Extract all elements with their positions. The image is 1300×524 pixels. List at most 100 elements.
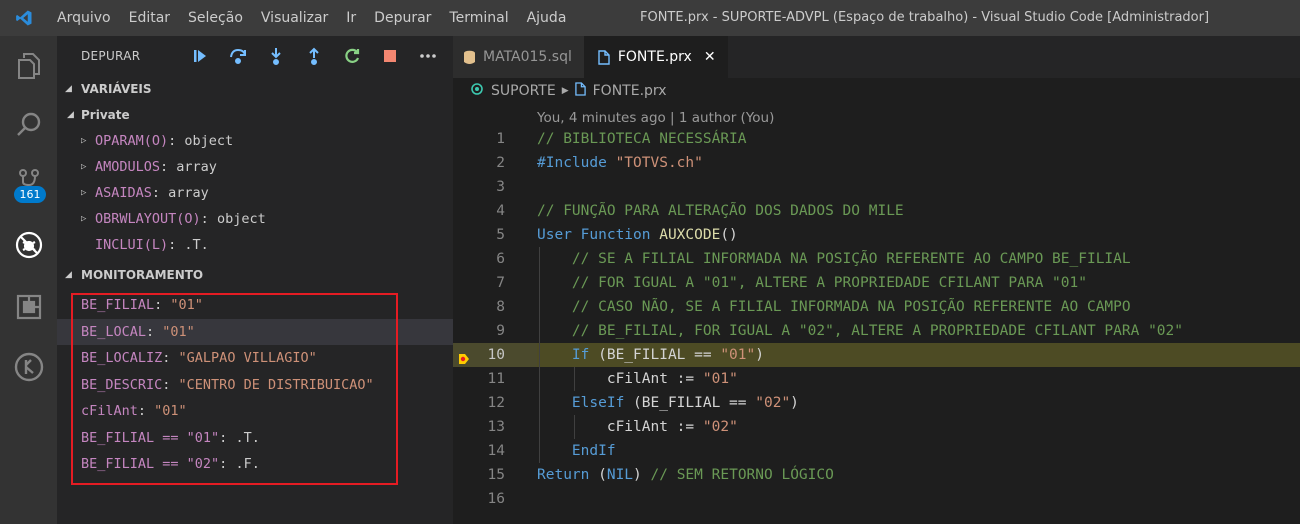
watch-expression-row[interactable]: BE_LOCAL: "01" <box>57 318 453 345</box>
code-text: User Function AUXCODE() <box>537 223 738 247</box>
chevron-right-icon: ▷ <box>81 136 87 146</box>
code-text: EndIf <box>537 439 616 463</box>
code-token: ElseIf <box>537 395 634 411</box>
code-token: () <box>720 227 738 243</box>
code-text: // FUNÇÃO PARA ALTERAÇÃO DOS DADOS DO MI… <box>537 199 904 223</box>
code-text: // BIBLIOTECA NECESSÁRIA <box>537 127 747 151</box>
code-token: "01" <box>720 347 756 363</box>
code-line[interactable]: 1 // BIBLIOTECA NECESSÁRIA <box>453 127 1300 151</box>
code-line[interactable]: 16 <box>453 487 1300 511</box>
tab-label: MATA015.sql <box>483 49 572 65</box>
editor: MATA015.sql FONTE.prx ✕ SUPORTE ▶ FONTE.… <box>453 36 1300 524</box>
code-line[interactable]: 4 // FUNÇÃO PARA ALTERAÇÃO DOS DADOS DO M… <box>453 199 1300 223</box>
database-icon <box>463 50 483 65</box>
watch-section-header[interactable]: ◢ MONITORAMENTO <box>57 262 453 288</box>
tab-mata015[interactable]: MATA015.sql <box>453 36 584 78</box>
continue-icon[interactable] <box>181 36 219 76</box>
debug-sidebar: DEPURAR ◢ VARIÁVEIS ◢ Private ▷ OPARAM(O… <box>57 36 453 524</box>
tab-fonte[interactable]: FONTE.prx ✕ <box>583 36 728 78</box>
breadcrumb-item[interactable]: FONTE.prx <box>593 83 667 99</box>
menu-depurar[interactable]: Depurar <box>365 0 440 36</box>
remote-icon[interactable] <box>0 342 57 392</box>
variable-row[interactable]: ▷ OPARAM(O): object <box>57 128 453 154</box>
step-over-icon[interactable] <box>219 36 257 76</box>
file-icon <box>598 49 618 65</box>
code-line[interactable]: 14 EndIf <box>453 439 1300 463</box>
variable-name: INCLUI(L) <box>95 237 169 253</box>
menu-terminal[interactable]: Terminal <box>440 0 517 36</box>
line-number: 4 <box>496 203 505 219</box>
menu-visualizar[interactable]: Visualizar <box>252 0 337 36</box>
code-line[interactable]: 15 Return (NIL) // SEM RETORNO LÓGICO <box>453 463 1300 487</box>
variable-value: object <box>184 133 234 149</box>
tab-label: FONTE.prx <box>617 49 692 65</box>
line-number: 11 <box>487 371 505 387</box>
code-area[interactable]: 1 // BIBLIOTECA NECESSÁRIA 2 #Include "TOTV… <box>453 127 1300 511</box>
code-line[interactable]: 3 <box>453 175 1300 199</box>
code-line[interactable]: 9 // BE_FILIAL, FOR IGUAL A "02", ALTERE… <box>453 319 1300 343</box>
codelens-blame[interactable]: You, 4 minutes ago | 1 author (You) <box>537 108 774 128</box>
watch-value: "01" <box>154 403 187 420</box>
code-token: #Include <box>537 155 616 171</box>
explorer-icon[interactable] <box>0 41 57 91</box>
watch-expression: cFilAnt <box>81 403 138 420</box>
variables-title: VARIÁVEIS <box>81 82 152 96</box>
menu-ajuda[interactable]: Ajuda <box>518 0 576 36</box>
code-line[interactable]: 2 #Include "TOTVS.ch" <box>453 151 1300 175</box>
watch-expression-row[interactable]: BE_FILIAL: "01" <box>57 292 453 319</box>
watch-expression-row[interactable]: BE_DESCRIC: "CENTRO DE DISTRIBUICAO" <box>57 372 453 399</box>
menu-ir[interactable]: Ir <box>337 0 365 36</box>
code-token: // FOR IGUAL A "01", ALTERE A PROPRIEDAD… <box>537 275 1087 291</box>
code-line[interactable]: 5 User Function AUXCODE() <box>453 223 1300 247</box>
title-bar: Arquivo Editar Seleção Visualizar Ir Dep… <box>0 0 1300 36</box>
close-icon[interactable]: ✕ <box>704 49 716 65</box>
extensions-icon[interactable] <box>0 282 57 332</box>
breadcrumb: SUPORTE ▶ FONTE.prx <box>453 78 1300 104</box>
code-line[interactable]: 7 // FOR IGUAL A "01", ALTERE A PROPRIED… <box>453 271 1300 295</box>
code-text: cFilAnt := "02" <box>537 415 738 439</box>
stop-icon[interactable] <box>371 36 409 76</box>
line-number: 1 <box>496 131 505 147</box>
variable-row[interactable]: ▷ AMODULOS: array <box>57 154 453 180</box>
breadcrumb-item[interactable]: SUPORTE <box>491 83 556 99</box>
step-into-icon[interactable] <box>257 36 295 76</box>
code-line[interactable]: 8 // CASO NÃO, SE A FILIAL INFORMADA NA … <box>453 295 1300 319</box>
line-number: 6 <box>496 251 505 267</box>
variable-name: OBRWLAYOUT(O) <box>95 211 201 227</box>
code-line[interactable]: 12 ElseIf (BE_FILIAL == "02") <box>453 391 1300 415</box>
watch-expression-row[interactable]: cFilAnt: "01" <box>57 398 453 425</box>
variable-row[interactable]: ▷ ASAIDAS: array <box>57 180 453 206</box>
menu-editar[interactable]: Editar <box>120 0 179 36</box>
more-icon[interactable] <box>409 36 447 76</box>
code-line[interactable]: 11 cFilAnt := "01" <box>453 367 1300 391</box>
activity-bar: 161 <box>0 36 57 524</box>
watch-value: "01" <box>170 297 203 314</box>
variable-row[interactable]: ▷ OBRWLAYOUT(O): object <box>57 206 453 232</box>
search-icon[interactable] <box>0 100 57 150</box>
line-number: 16 <box>487 491 505 507</box>
watch-expression-row[interactable]: BE_FILIAL == "02": .F. <box>57 451 453 478</box>
scope-private[interactable]: ◢ Private <box>57 102 453 128</box>
watch-expression: BE_FILIAL == "01" <box>81 429 220 446</box>
code-line[interactable]: 10 If (BE_FILIAL == "01") <box>453 343 1300 367</box>
code-text: ElseIf (BE_FILIAL == "02") <box>537 391 799 415</box>
variable-name: ASAIDAS <box>95 185 152 201</box>
code-line[interactable]: 13 cFilAnt := "02" <box>453 415 1300 439</box>
code-token: ( <box>598 467 607 483</box>
code-line[interactable]: 6 // SE A FILIAL INFORMADA NA POSIÇÃO RE… <box>453 247 1300 271</box>
watch-expression-row[interactable]: BE_FILIAL == "01": .T. <box>57 425 453 452</box>
vscode-logo-icon[interactable] <box>0 0 48 36</box>
restart-icon[interactable] <box>333 36 371 76</box>
menu-selecao[interactable]: Seleção <box>179 0 252 36</box>
watch-expression-row[interactable]: BE_LOCALIZ: "GALPAO VILLAGIO" <box>57 345 453 372</box>
variable-row[interactable]: INCLUI(L): .T. <box>57 232 453 258</box>
code-token: EndIf <box>537 443 616 459</box>
variables-section-header[interactable]: ◢ VARIÁVEIS <box>57 76 453 102</box>
watch-expression: BE_LOCAL <box>81 323 147 340</box>
debug-icon[interactable] <box>0 220 57 270</box>
step-out-icon[interactable] <box>295 36 333 76</box>
chevron-right-icon: ▷ <box>81 188 87 198</box>
menu-arquivo[interactable]: Arquivo <box>48 0 120 36</box>
code-token: "02" <box>755 395 791 411</box>
code-text: If (BE_FILIAL == "01") <box>537 343 764 367</box>
